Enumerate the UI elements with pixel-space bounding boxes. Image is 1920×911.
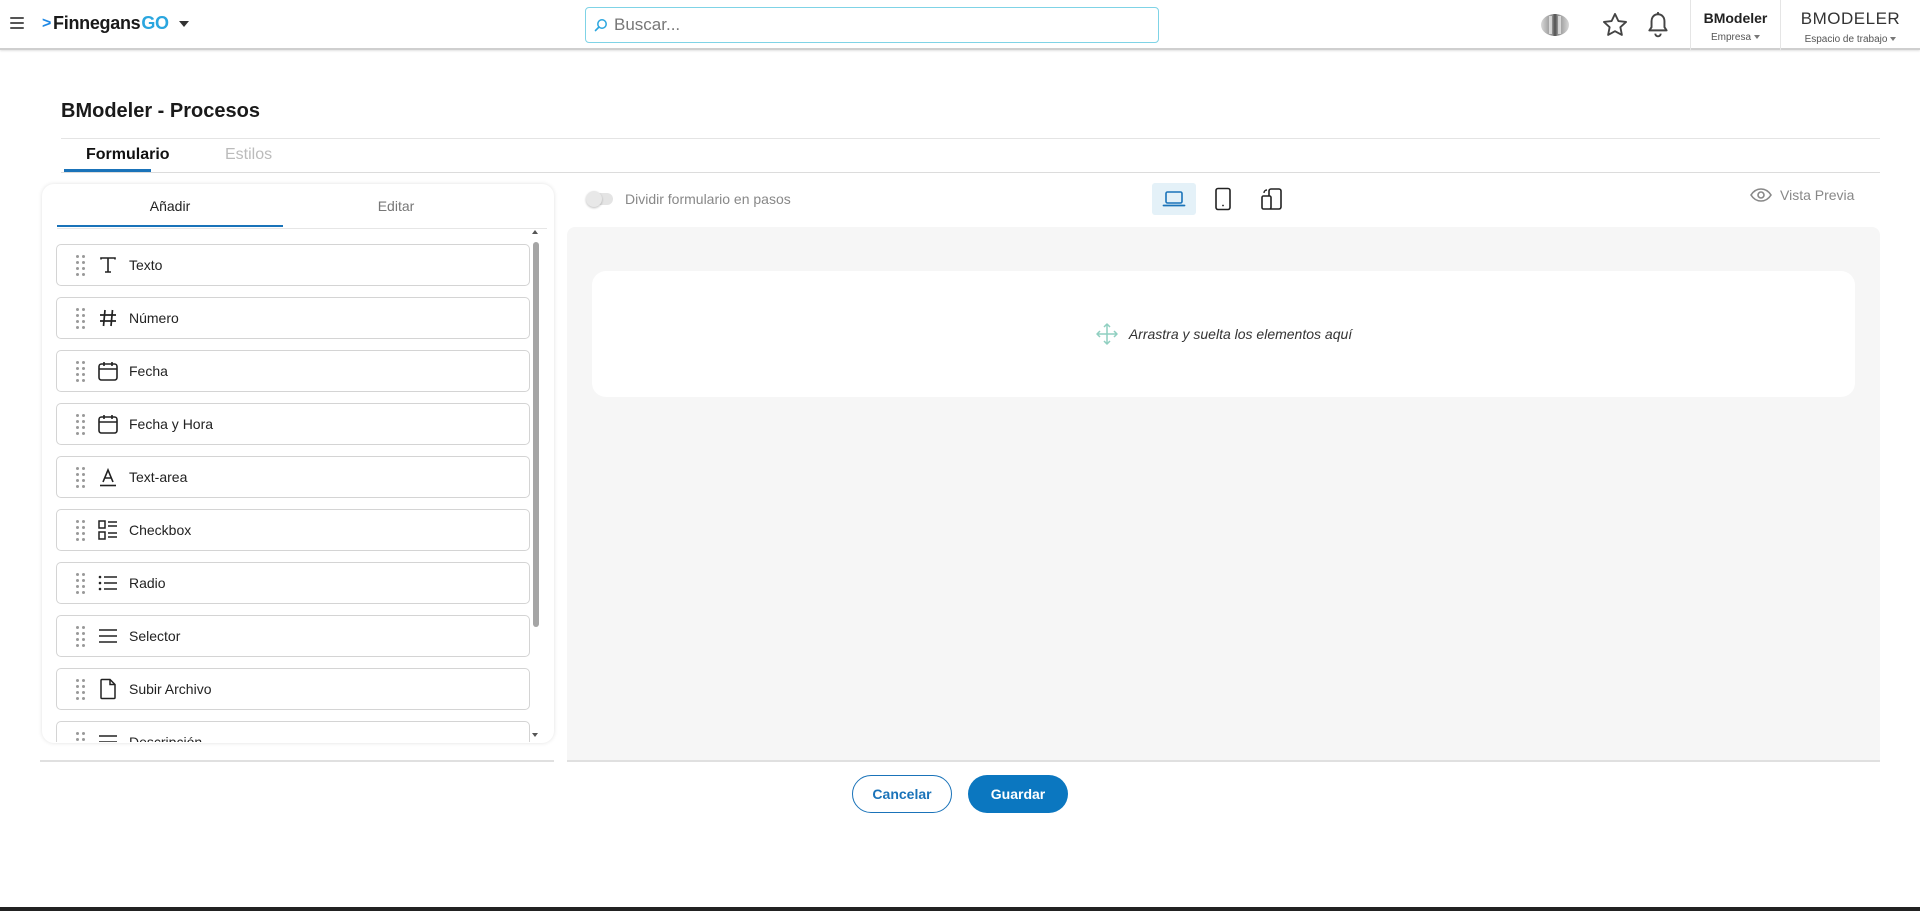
company-label: Empresa xyxy=(1691,32,1780,43)
menu-lines-icon xyxy=(97,731,119,742)
bottom-bar xyxy=(0,907,1920,911)
company-selector[interactable]: BModeler Empresa xyxy=(1690,0,1780,50)
move-icon xyxy=(1096,323,1118,345)
drag-handle-icon[interactable] xyxy=(76,732,86,742)
company-name: BModeler xyxy=(1703,10,1768,26)
list-item[interactable]: Número xyxy=(56,297,530,339)
search-box[interactable] xyxy=(585,7,1159,43)
list-item-label: Checkbox xyxy=(129,522,192,538)
star-icon[interactable] xyxy=(1601,11,1629,44)
elements-panel: Añadir Editar Texto Número Fecha Fecha y… xyxy=(42,184,554,743)
drag-handle-icon[interactable] xyxy=(76,679,86,700)
list-item-label: Texto xyxy=(129,257,163,273)
list-item[interactable]: Texto xyxy=(56,244,530,286)
workspace-selector[interactable]: BMODELER Espacio de trabajo xyxy=(1780,0,1920,50)
divider xyxy=(61,172,1880,173)
app-logo[interactable]: > Finnegans GO xyxy=(42,13,189,34)
top-bar: > Finnegans GO Buscar... BModeler Empres… xyxy=(0,0,1920,50)
tab-formulario[interactable]: Formulario xyxy=(86,146,170,164)
save-button[interactable]: Guardar xyxy=(968,775,1068,813)
text-icon xyxy=(97,254,119,276)
page-title: BModeler - Procesos xyxy=(61,100,260,122)
search-icon xyxy=(594,19,607,32)
drag-handle-icon[interactable] xyxy=(76,626,86,647)
divider xyxy=(57,228,547,229)
workspace-label: Espacio de trabajo xyxy=(1781,34,1920,45)
elements-list: Texto Número Fecha Fecha y Hora Text-are… xyxy=(56,244,530,742)
checkbox-list-icon xyxy=(97,519,119,541)
list-item-label: Fecha xyxy=(129,363,168,379)
list-icon xyxy=(97,572,119,594)
hamburger-menu-icon[interactable] xyxy=(10,17,24,31)
list-item[interactable]: Fecha xyxy=(56,350,530,392)
split-steps-label: Dividir formulario en pasos xyxy=(625,191,791,207)
logo-chevron-icon: > xyxy=(42,14,52,32)
logo-suffix: GO xyxy=(141,13,169,33)
divider xyxy=(40,760,554,762)
form-canvas: Arrastra y suelta los elementos aquí xyxy=(567,227,1880,762)
tab-estilos[interactable]: Estilos xyxy=(225,146,272,164)
active-panel-tab-indicator xyxy=(57,225,283,227)
toggle-knob xyxy=(586,191,602,207)
list-item-label: Subir Archivo xyxy=(129,681,212,697)
laptop-icon[interactable] xyxy=(1152,183,1196,215)
list-item[interactable]: Selector xyxy=(56,615,530,657)
list-item[interactable]: Fecha y Hora xyxy=(56,403,530,445)
calendar-icon xyxy=(97,413,119,435)
text-area-icon xyxy=(97,466,119,488)
calendar-icon xyxy=(97,360,119,382)
cancel-button[interactable]: Cancelar xyxy=(852,775,952,813)
list-item-label: Fecha y Hora xyxy=(129,416,214,432)
panel-tab-edit[interactable]: Editar xyxy=(283,198,509,214)
search-input[interactable] xyxy=(614,15,1134,35)
panel-tab-add[interactable]: Añadir xyxy=(57,198,283,214)
list-item-label: Número xyxy=(129,310,179,326)
scroll-up-arrow-icon[interactable] xyxy=(532,230,538,234)
bell-icon[interactable] xyxy=(1645,11,1671,44)
drop-zone[interactable]: Arrastra y suelta los elementos aquí xyxy=(592,271,1855,397)
list-item[interactable]: Checkbox xyxy=(56,509,530,551)
list-item-label: Radio xyxy=(129,575,166,591)
scrollbar-thumb[interactable] xyxy=(533,242,539,627)
file-icon xyxy=(97,678,119,700)
list-item-label: Descripción xyxy=(129,734,203,742)
list-item[interactable]: Text-area xyxy=(56,456,530,498)
drag-handle-icon[interactable] xyxy=(76,520,86,541)
ai-assistant-icon[interactable] xyxy=(1539,10,1571,45)
company-dropdown-icon xyxy=(1754,35,1760,40)
hash-icon xyxy=(97,307,119,329)
list-item-label: Selector xyxy=(129,628,181,644)
split-steps-toggle[interactable] xyxy=(586,191,613,207)
drag-handle-icon[interactable] xyxy=(76,414,86,435)
workspace-dropdown-icon xyxy=(1890,37,1897,42)
list-item[interactable]: Subir Archivo xyxy=(56,668,530,710)
drag-handle-icon[interactable] xyxy=(76,361,86,382)
drop-zone-text: Arrastra y suelta los elementos aquí xyxy=(1128,326,1353,342)
divider xyxy=(61,138,1880,139)
logo-text: Finnegans xyxy=(53,13,141,33)
preview-button[interactable]: Vista Previa xyxy=(1750,187,1854,203)
menu-lines-icon xyxy=(97,625,119,647)
logo-dropdown-icon[interactable] xyxy=(178,20,189,27)
list-item-label: Text-area xyxy=(129,469,188,485)
drag-handle-icon[interactable] xyxy=(76,573,86,594)
tablet-icon[interactable] xyxy=(1201,183,1245,215)
workspace-name: BMODELER xyxy=(1800,9,1901,28)
list-item[interactable]: Descripción xyxy=(56,721,530,742)
drag-handle-icon[interactable] xyxy=(76,255,86,276)
eye-icon xyxy=(1750,188,1772,202)
drag-handle-icon[interactable] xyxy=(76,308,86,329)
drag-handle-icon[interactable] xyxy=(76,467,86,488)
list-item[interactable]: Radio xyxy=(56,562,530,604)
preview-label: Vista Previa xyxy=(1780,187,1855,203)
mobile-rotate-icon[interactable] xyxy=(1250,183,1294,215)
scroll-down-arrow-icon[interactable] xyxy=(532,733,538,737)
